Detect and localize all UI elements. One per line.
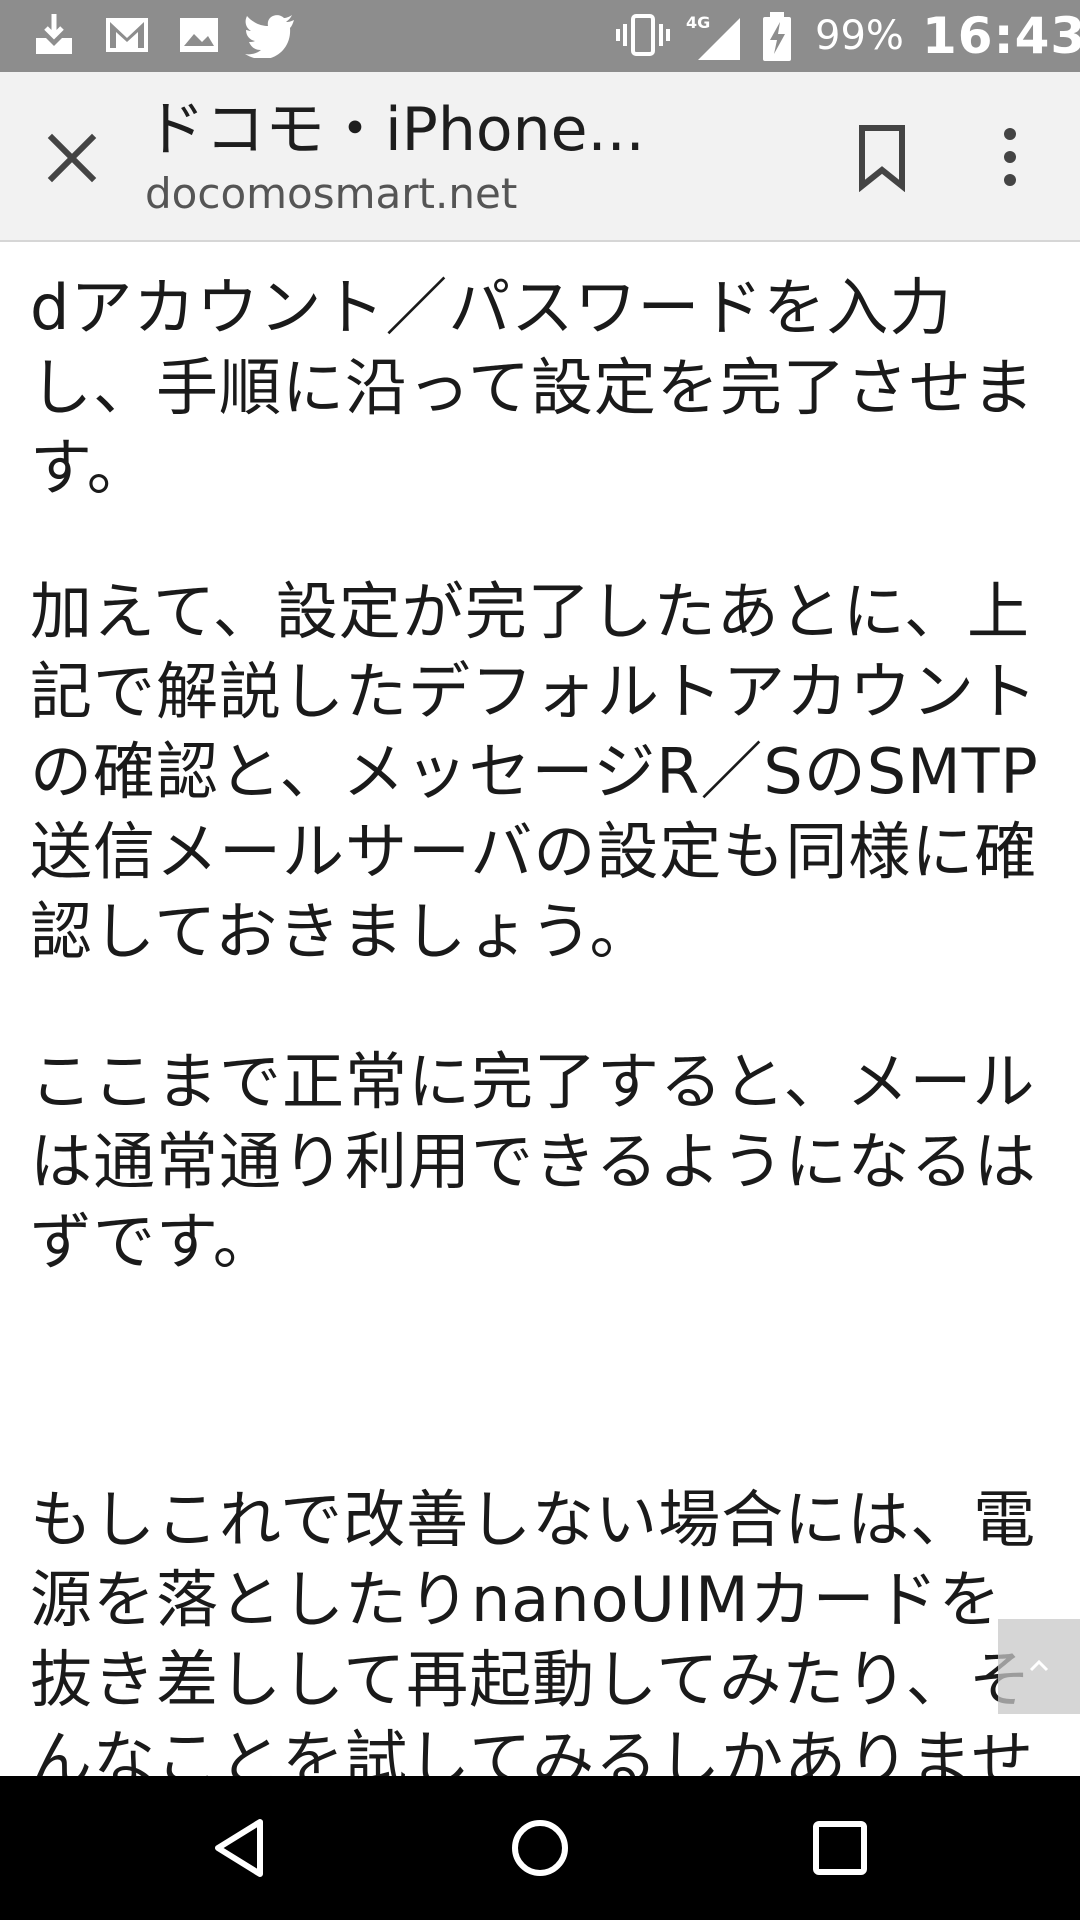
article-paragraph: dアカウント／パスワードを入力し、手順に沿って設定を完了させます。 bbox=[30, 271, 1035, 504]
article-paragraph: ここまで正常に完了すると、メールは通常通り利用できるようになるはずです。 bbox=[30, 1045, 1037, 1278]
battery-percent: 99% bbox=[815, 13, 904, 59]
close-icon[interactable] bbox=[40, 126, 104, 190]
downloader-icon bbox=[36, 14, 72, 54]
page-title: ドコモ・iPhone... bbox=[145, 95, 645, 165]
back-icon[interactable] bbox=[208, 1816, 272, 1880]
signal-4g-icon: 4G bbox=[686, 13, 740, 60]
image-icon bbox=[180, 18, 218, 52]
vibrate-icon bbox=[616, 14, 670, 56]
browser-toolbar: ドコモ・iPhone... docomosmart.net bbox=[0, 72, 1080, 242]
system-nav-bar bbox=[0, 1776, 1080, 1920]
article-paragraph: 加えて、設定が完了したあとに、上記で解説したデフォルトアカウントの確認と、メッセ… bbox=[30, 575, 1039, 968]
article-paragraph: もしこれで改善しない場合には、電源を落としたりnanoUIMカードを抜き差しして… bbox=[30, 1483, 1037, 1776]
scroll-to-top-button[interactable] bbox=[998, 1619, 1080, 1714]
network-type-label: 4G bbox=[686, 13, 710, 32]
article-content: dアカウント／パスワードを入力し、手順に沿って設定を完了させます。 加えて、設定… bbox=[0, 242, 1080, 1776]
bookmark-icon[interactable] bbox=[852, 122, 912, 192]
recents-icon[interactable] bbox=[808, 1816, 872, 1880]
twitter-icon bbox=[245, 15, 294, 58]
clock: 16:43 bbox=[922, 7, 1080, 65]
battery-charging-icon bbox=[763, 12, 791, 61]
gmail-icon bbox=[106, 18, 148, 52]
more-options-icon[interactable] bbox=[985, 122, 1035, 192]
status-bar: 4G 99% 16:43 bbox=[0, 0, 1080, 72]
home-icon[interactable] bbox=[508, 1816, 572, 1880]
chevron-up-icon bbox=[1029, 1659, 1049, 1672]
page-url: docomosmart.net bbox=[145, 169, 518, 218]
